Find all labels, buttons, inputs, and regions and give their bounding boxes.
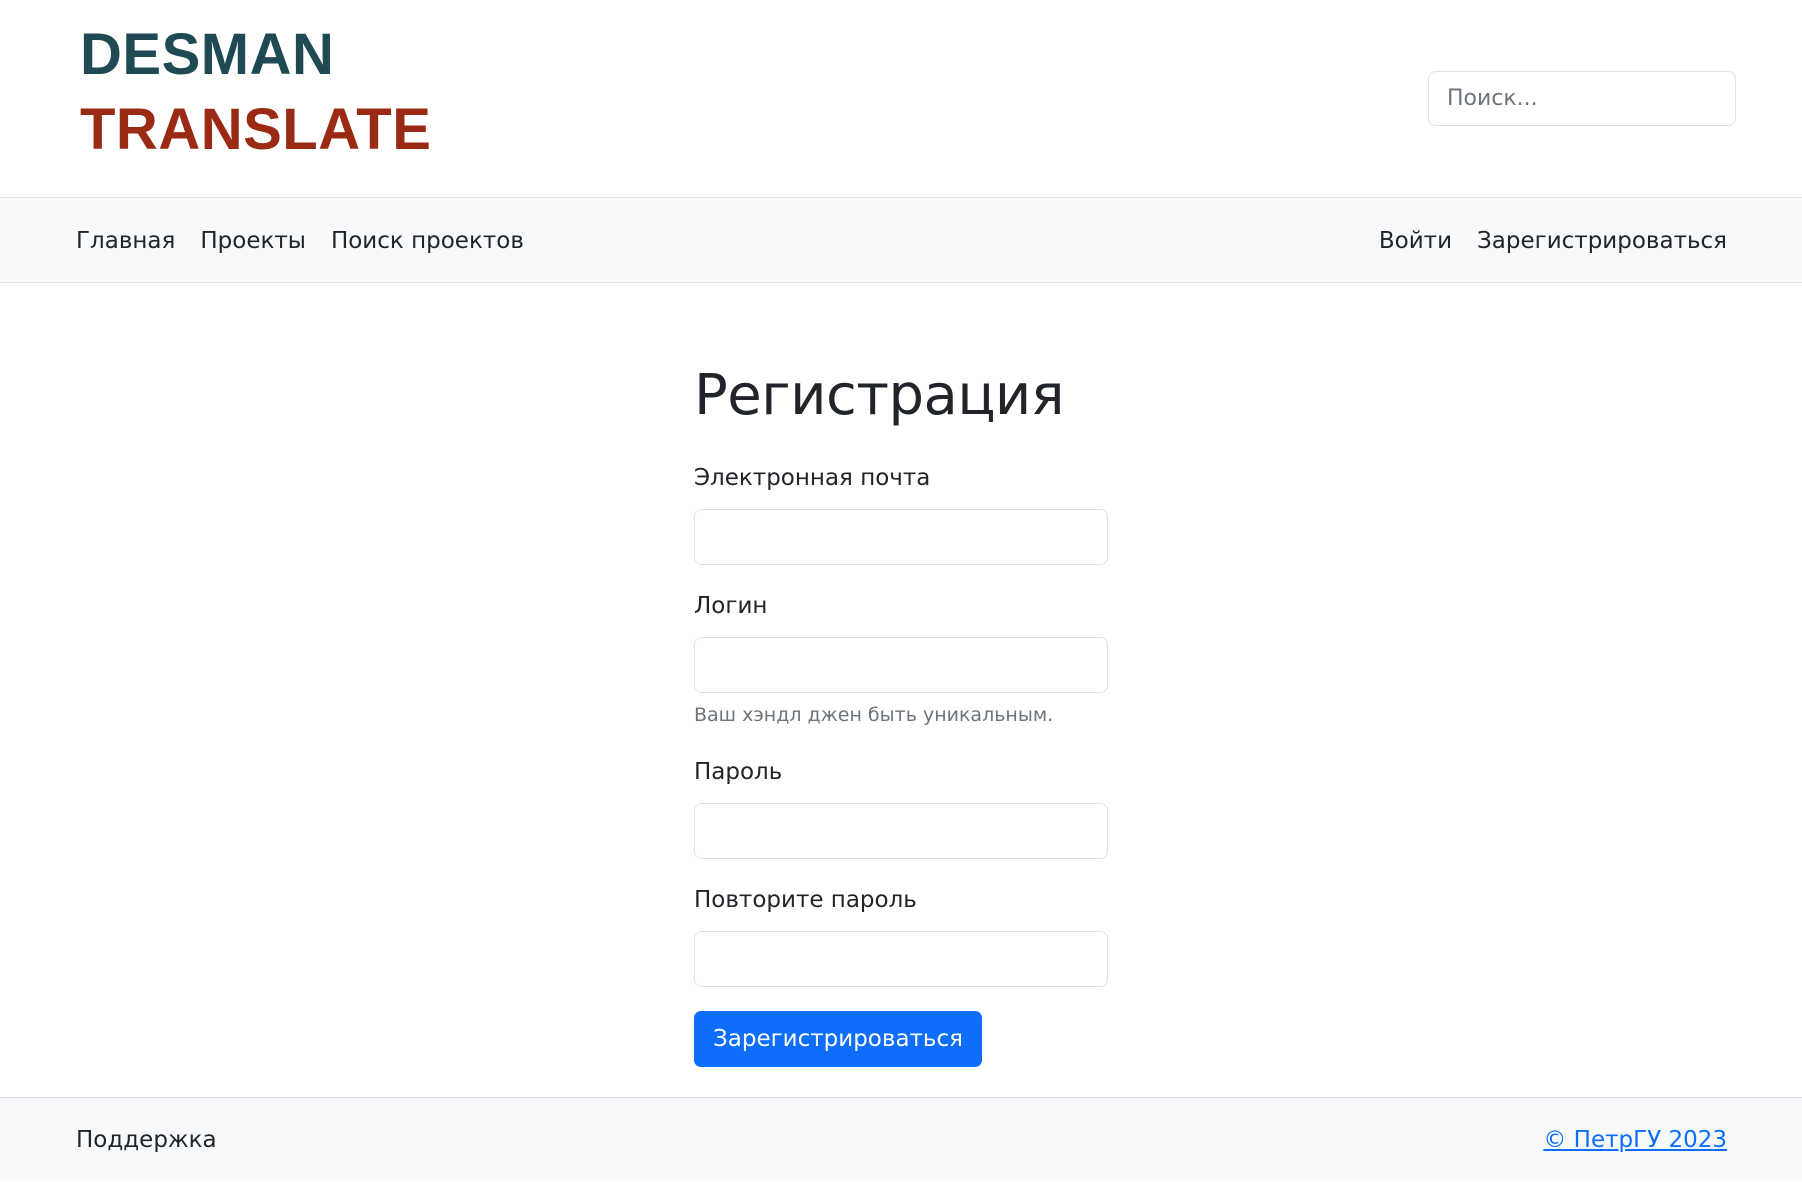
nav-link-login[interactable]: Войти [1379,228,1452,254]
page-title: Регистрация [694,363,1065,428]
site-logo[interactable]: DESMAN TRANSLATE [80,26,431,159]
login-label: Логин [694,593,768,619]
password-repeat-label: Повторите пароль [694,887,917,913]
site-footer: Поддержка © ПетрГУ 2023 [0,1097,1802,1181]
search-input[interactable] [1428,71,1736,126]
password-field[interactable] [694,803,1108,859]
logo-line-desman: DESMAN [80,22,335,87]
email-label: Электронная почта [694,465,931,491]
email-field[interactable] [694,509,1108,565]
register-submit-button[interactable]: Зарегистрироваться [694,1011,982,1067]
footer-copyright-link[interactable]: © ПетрГУ 2023 [1543,1098,1727,1182]
footer-support-link[interactable]: Поддержка [76,1098,217,1182]
main-navbar: Главная Проекты Поиск проектов Войти Зар… [0,198,1802,283]
login-help-text: Ваш хэндл джен быть уникальным. [694,704,1054,726]
nav-link-register[interactable]: Зарегистрироваться [1477,228,1727,254]
nav-link-home[interactable]: Главная [76,228,175,254]
password-repeat-field[interactable] [694,931,1108,987]
nav-link-project-search[interactable]: Поиск проектов [331,228,524,254]
nav-link-projects[interactable]: Проекты [200,228,306,254]
nav-left-group: Главная Проекты Поиск проектов [76,198,549,283]
nav-right-group: Войти Зарегистрироваться [1354,198,1727,283]
password-label: Пароль [694,759,783,785]
login-field[interactable] [694,637,1108,693]
site-header: DESMAN TRANSLATE [0,0,1802,198]
logo-line-translate: TRANSLATE [80,97,432,162]
